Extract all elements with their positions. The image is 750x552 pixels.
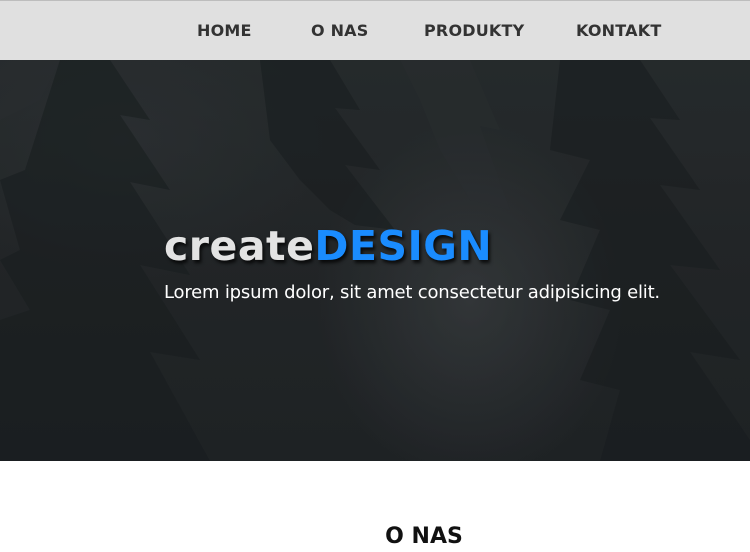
hero-banner: createDESIGN Lorem ipsum dolor, sit amet… <box>0 60 750 461</box>
nav-link-kontakt[interactable]: KONTAKT <box>576 21 661 40</box>
hero-title-create: create <box>164 222 315 270</box>
nav-link-home[interactable]: HOME <box>197 21 252 40</box>
hero-title-design: DESIGN <box>314 222 493 270</box>
nav-link-produkty[interactable]: PRODUKTY <box>424 21 524 40</box>
hero-title: createDESIGN <box>164 222 492 270</box>
top-navbar: HOME O NAS PRODUKTY KONTAKT <box>0 0 750 60</box>
hero-subtitle: Lorem ipsum dolor, sit amet consectetur … <box>164 282 660 303</box>
nav-link-o-nas[interactable]: O NAS <box>311 21 368 40</box>
section-title-o-nas: O NAS <box>385 524 463 549</box>
